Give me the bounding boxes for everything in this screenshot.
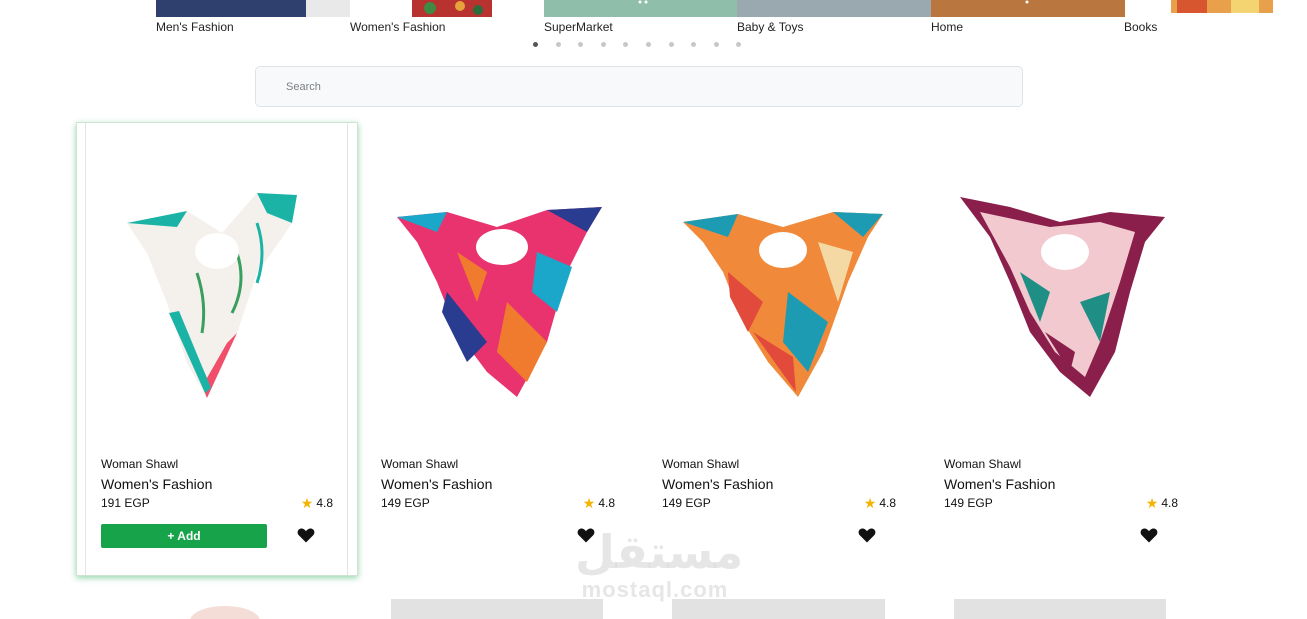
slider-dot[interactable] (533, 42, 538, 47)
product-price: 149 EGP (662, 496, 711, 510)
star-icon: ★ (863, 495, 877, 511)
slider-dot[interactable] (578, 42, 584, 47)
product-image (960, 197, 1165, 397)
product-rating: ★ 4.8 (1146, 496, 1178, 510)
slider-dot[interactable] (600, 42, 606, 47)
product-rating: ★ 4.8 (583, 496, 615, 510)
slider-dot[interactable] (713, 42, 719, 47)
category-label: Baby & Toys (737, 20, 804, 34)
slider-dot[interactable] (645, 42, 651, 47)
rating-value: 4.8 (1161, 496, 1178, 510)
product-image (127, 193, 297, 398)
star-icon: ★ (300, 495, 314, 511)
product-price: 149 EGP (381, 496, 430, 510)
category-image (544, 0, 738, 17)
rating-value: 4.8 (879, 496, 896, 510)
category-image (156, 0, 350, 17)
add-to-cart-button[interactable]: + Add (101, 524, 267, 548)
product-card[interactable]: Woman Shawl Women's Fashion 149 EGP ★ 4.… (638, 122, 920, 576)
product-category: Women's Fashion (101, 476, 213, 492)
product-card[interactable]: Woman Shawl Women's Fashion 149 EGP ★ 4.… (357, 122, 639, 576)
category-books-image[interactable] (1171, 0, 1273, 40)
product-image-placeholder (954, 599, 1166, 619)
category-label: Home (931, 20, 964, 34)
category-label: Women's Fashion (350, 20, 446, 34)
category-image (1171, 0, 1273, 13)
product-name: Woman Shawl (381, 457, 459, 471)
product-image-placeholder (391, 599, 603, 619)
heart-icon[interactable] (1139, 525, 1159, 545)
product-image-placeholder (672, 599, 885, 619)
category-mens-fashion[interactable]: Men's Fashion (156, 0, 350, 40)
rating-value: 4.8 (316, 496, 333, 510)
product-image (683, 212, 883, 397)
star-icon: ★ (1145, 495, 1159, 511)
product-name: Woman Shawl (944, 457, 1022, 471)
slider-dot[interactable] (668, 42, 674, 47)
product-category: Women's Fashion (944, 476, 1056, 492)
category-image (350, 0, 544, 17)
heart-icon[interactable] (296, 525, 316, 545)
slider-dot[interactable] (691, 42, 697, 47)
star-icon: ★ (582, 495, 596, 511)
product-card[interactable]: Woman Shawl Women's Fashion 149 EGP ★ 4.… (920, 122, 1202, 576)
product-rating: ★ 4.8 (864, 496, 896, 510)
product-card[interactable]: Woman Shawl Women's Fashion 191 EGP ★ 4.… (76, 122, 358, 576)
product-image (397, 207, 602, 397)
slider-dot[interactable] (623, 42, 629, 47)
product-name: Woman Shawl (101, 457, 179, 471)
search-input[interactable] (255, 66, 1023, 107)
heart-icon[interactable] (857, 525, 877, 545)
product-category: Women's Fashion (662, 476, 774, 492)
category-supermarket[interactable]: SuperMarket (544, 0, 738, 40)
rating-value: 4.8 (598, 496, 615, 510)
product-price: 149 EGP (944, 496, 993, 510)
category-label: SuperMarket (544, 20, 613, 34)
category-home[interactable]: Home (931, 0, 1125, 40)
category-label: Men's Fashion (156, 20, 234, 34)
category-image (737, 0, 931, 17)
heart-icon[interactable] (576, 525, 596, 545)
category-image (931, 0, 1125, 17)
slider-dot[interactable] (736, 42, 742, 47)
product-category: Women's Fashion (381, 476, 493, 492)
product-image-placeholder (190, 606, 260, 619)
slider-dot[interactable] (555, 42, 561, 47)
product-rating: ★ 4.8 (301, 496, 333, 510)
slider-pagination (533, 42, 759, 50)
category-womens-fashion[interactable]: Women's Fashion (350, 0, 544, 40)
product-price: 191 EGP (101, 496, 150, 510)
category-slider: Men's Fashion Women's Fashion SuperMarke… (156, 0, 1306, 40)
category-baby-toys[interactable]: Baby & Toys (737, 0, 931, 40)
category-label: Books (1124, 20, 1158, 34)
product-name: Woman Shawl (662, 457, 740, 471)
